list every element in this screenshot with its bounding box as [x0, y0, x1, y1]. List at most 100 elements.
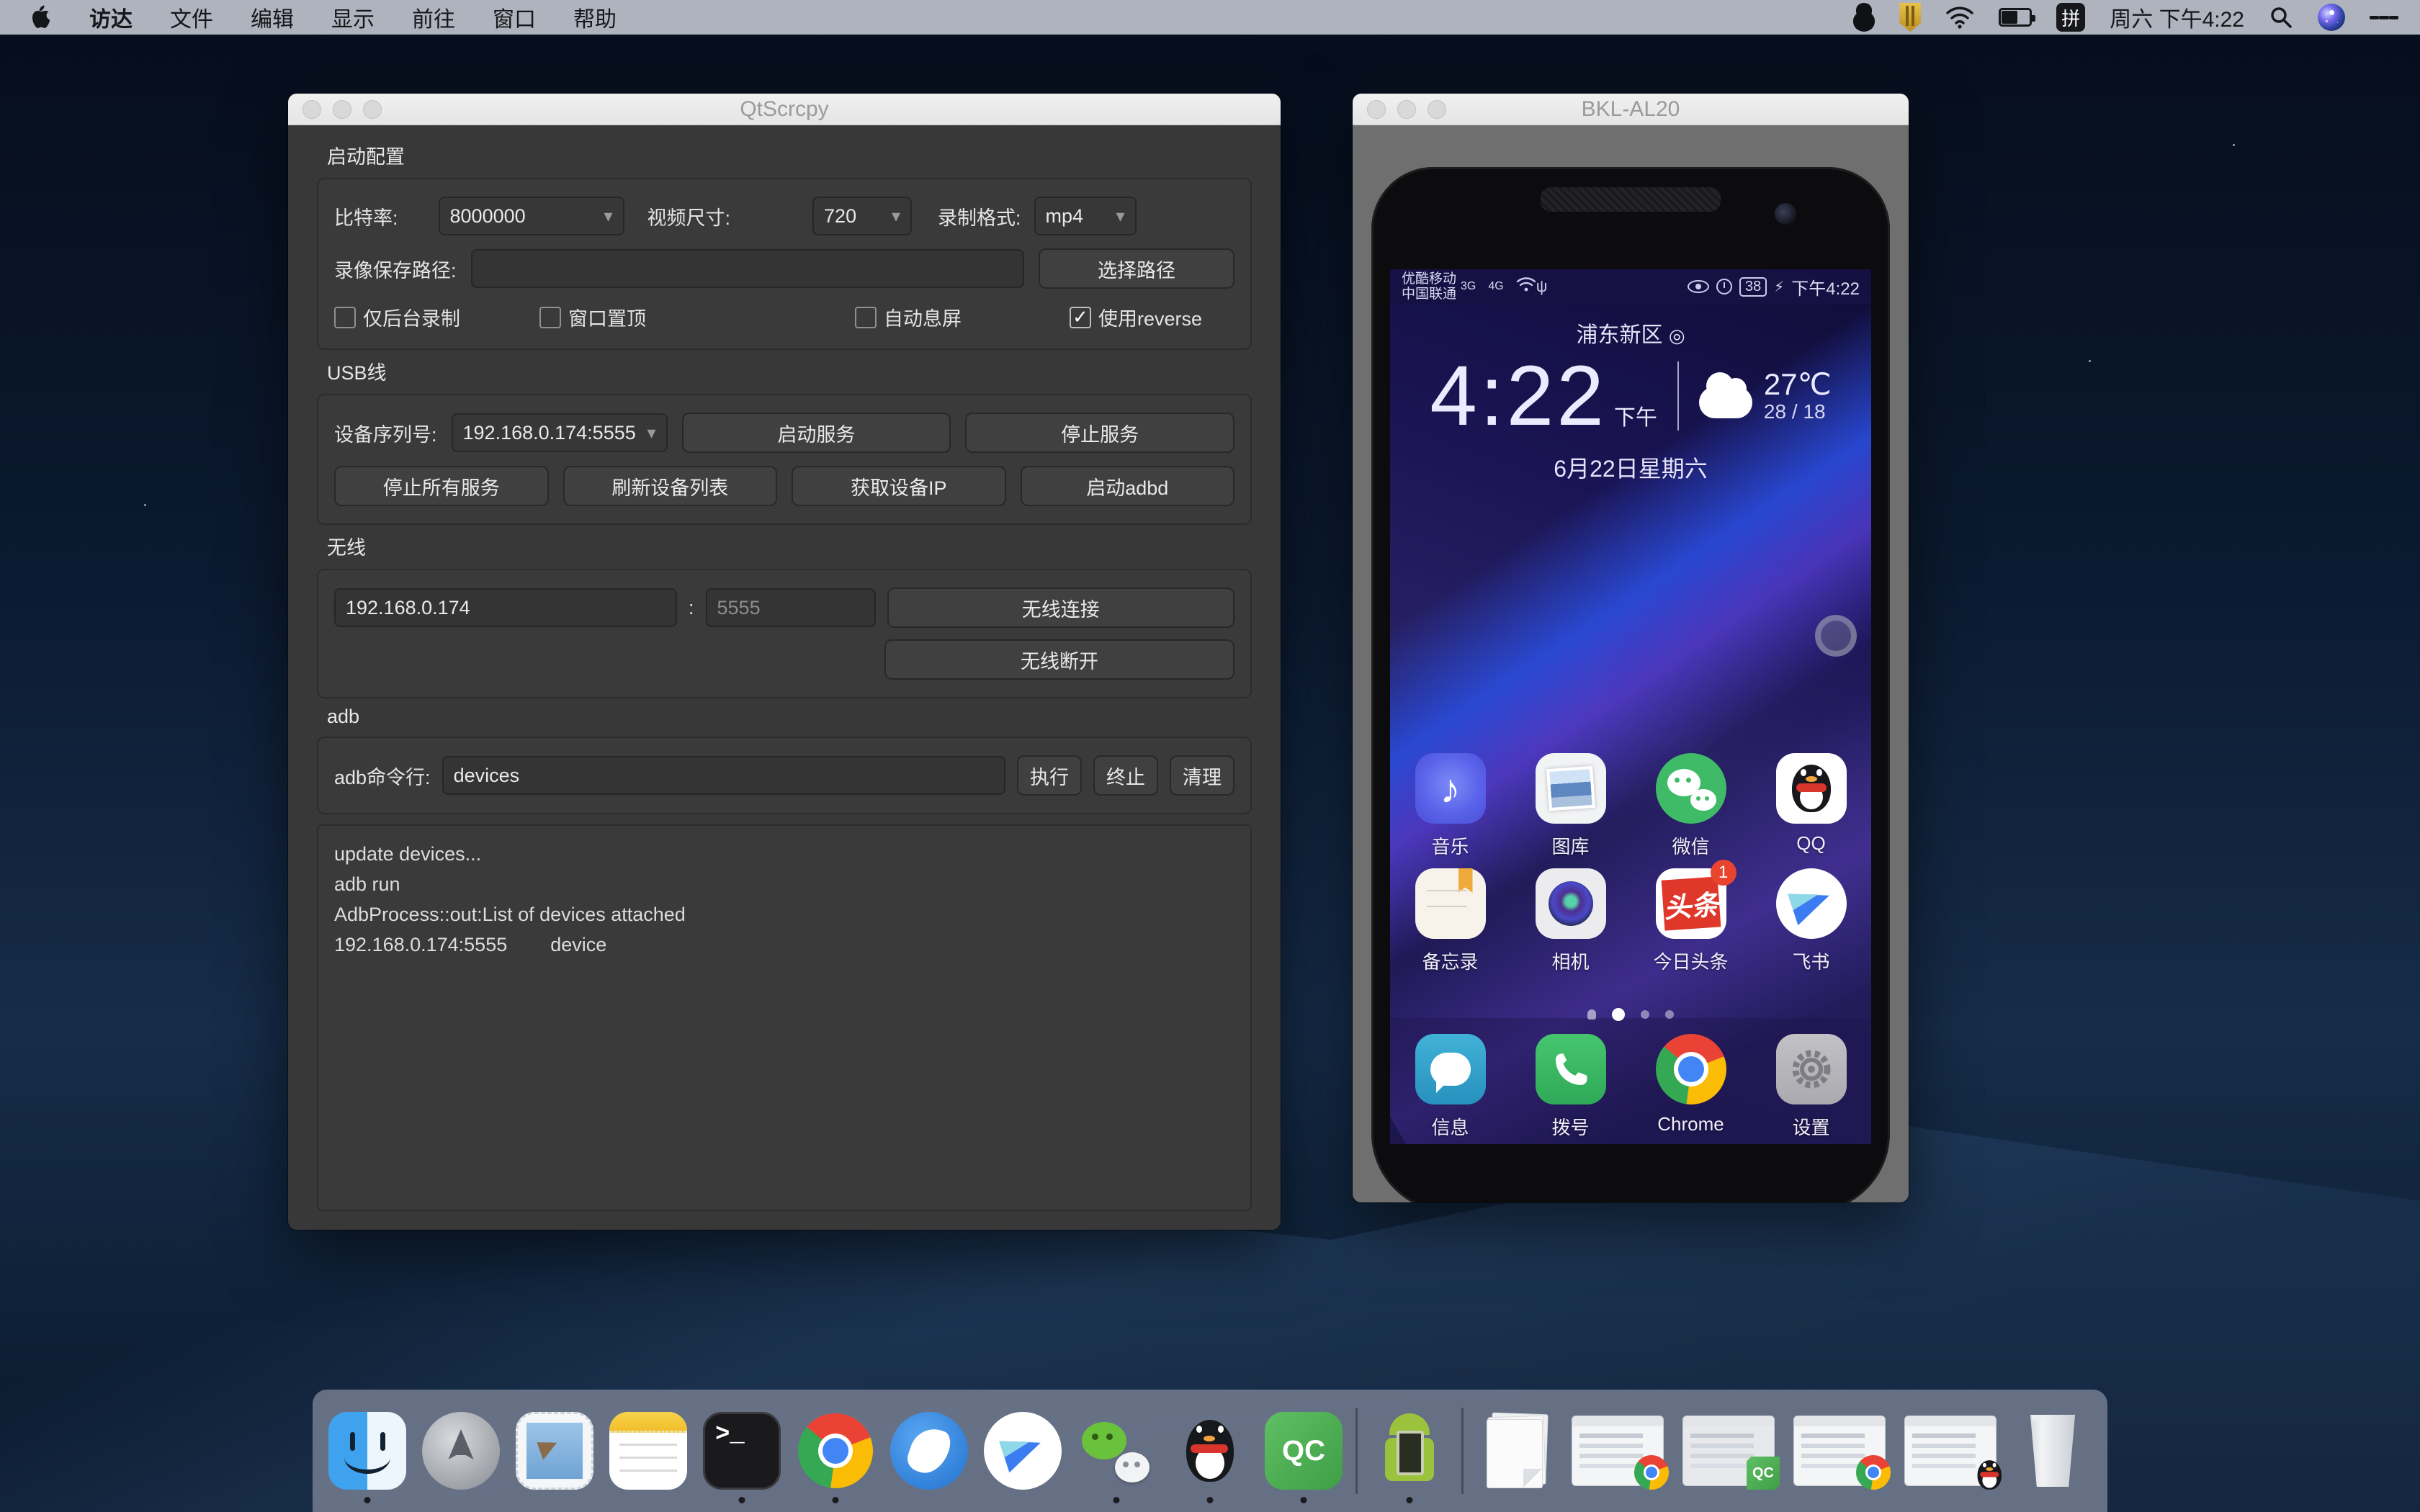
- ip-port-colon: :: [689, 597, 694, 619]
- app-qq[interactable]: QQ: [1757, 753, 1865, 859]
- qtscrcpy-window: QtScrcpy 启动配置 比特率: 8000000 视频尺寸: 720 录制格…: [288, 94, 1281, 1230]
- dock-notes[interactable]: [606, 1397, 690, 1505]
- dock-launchpad[interactable]: [419, 1397, 503, 1505]
- dock-terminal[interactable]: >_: [700, 1397, 784, 1505]
- stop-all-services-button[interactable]: 停止所有服务: [334, 466, 549, 506]
- dock-scrcpy-robot[interactable]: [1368, 1397, 1451, 1505]
- config-group: 比特率: 8000000 视频尺寸: 720 录制格式: mp4 录像保存路径:…: [317, 178, 1252, 350]
- app-settings[interactable]: 设置: [1757, 1034, 1865, 1140]
- get-device-ip-button[interactable]: 获取设备IP: [792, 466, 1006, 506]
- bitrate-value: 8000000: [450, 205, 526, 228]
- wireless-disconnect-button[interactable]: 无线断开: [884, 639, 1234, 680]
- menu-finder[interactable]: 访达: [71, 0, 151, 35]
- launchpad-icon: [422, 1412, 500, 1490]
- terminal-glyph: >_: [715, 1421, 745, 1449]
- running-indicator: [833, 1497, 839, 1503]
- record-path-input[interactable]: [471, 249, 1024, 288]
- menu-view[interactable]: 显示: [313, 0, 393, 35]
- dock-seal-app[interactable]: [887, 1397, 971, 1505]
- qc-label: QC: [1282, 1435, 1325, 1467]
- page-dot-special: [1587, 1009, 1596, 1020]
- app-dialer[interactable]: 拨号: [1517, 1034, 1625, 1140]
- adb-terminate-button[interactable]: 终止: [1093, 755, 1158, 796]
- checkbox-window-on-top[interactable]: 窗口置顶: [539, 303, 646, 331]
- minimized-window-thumbnail: [1572, 1416, 1664, 1486]
- adb-clear-button[interactable]: 清理: [1170, 755, 1234, 796]
- battery-icon[interactable]: [1999, 8, 2032, 27]
- serial-label: 设备序列号:: [334, 419, 437, 447]
- checkbox-background-record[interactable]: 仅后台录制: [334, 303, 460, 331]
- bitrate-select[interactable]: 8000000: [439, 197, 624, 235]
- app-toutiao[interactable]: 1 头条 今日头条: [1637, 868, 1745, 974]
- app-gallery[interactable]: 图库: [1517, 753, 1625, 859]
- shield-status-icon[interactable]: [1899, 3, 1921, 32]
- app-wechat[interactable]: 微信: [1637, 753, 1745, 859]
- config-section-label: 启动配置: [327, 141, 1252, 169]
- adb-log-output[interactable]: update devices... adb run AdbProcess::ou…: [317, 824, 1252, 1211]
- phone-window-titlebar[interactable]: BKL-AL20: [1353, 94, 1909, 125]
- app-notes[interactable]: 备忘录: [1397, 868, 1505, 974]
- wireless-ip-input[interactable]: [334, 588, 677, 627]
- menu-bar-clock[interactable]: 周六 下午4:22: [2110, 1, 2244, 33]
- app-music[interactable]: 音乐: [1397, 753, 1505, 859]
- menu-help[interactable]: 帮助: [555, 0, 635, 35]
- wireless-port-input[interactable]: [706, 588, 876, 627]
- dock-qtscrcpy[interactable]: QC: [1262, 1397, 1345, 1505]
- chrome-icon: [1656, 1034, 1726, 1104]
- wifi-icon[interactable]: [1945, 3, 1974, 32]
- dock-finder[interactable]: [326, 1397, 409, 1505]
- dock-mail[interactable]: [513, 1397, 596, 1505]
- dock-qq[interactable]: [1168, 1397, 1252, 1505]
- app-lark[interactable]: 飞书: [1757, 868, 1865, 974]
- qtscrcpy-titlebar[interactable]: QtScrcpy: [288, 94, 1281, 125]
- qc-badge-icon: QC: [1747, 1457, 1780, 1490]
- location-label[interactable]: 浦东新区 ◎: [1390, 317, 1871, 348]
- start-service-button[interactable]: 启动服务: [682, 413, 951, 453]
- app-camera[interactable]: 相机: [1517, 868, 1625, 974]
- video-size-select[interactable]: 720: [812, 197, 912, 235]
- adb-cmd-input[interactable]: [442, 756, 1005, 795]
- apple-menu-icon[interactable]: [30, 4, 52, 30]
- running-indicator: [739, 1497, 745, 1503]
- adb-execute-button[interactable]: 执行: [1017, 755, 1082, 796]
- menu-edit[interactable]: 编辑: [232, 0, 313, 35]
- adb-cmd-label: adb命令行:: [334, 762, 431, 790]
- start-adbd-button[interactable]: 启动adbd: [1021, 466, 1235, 506]
- menu-file[interactable]: 文件: [151, 0, 232, 35]
- star: [2089, 360, 2091, 362]
- dock-minimized-window-chrome-2[interactable]: [1789, 1397, 1890, 1505]
- dock-wechat[interactable]: [1075, 1397, 1158, 1505]
- notification-list-icon[interactable]: [2370, 3, 2398, 32]
- dock-document-stack[interactable]: [1474, 1397, 1557, 1505]
- qq-status-icon[interactable]: [1853, 3, 1875, 32]
- dock-separator: [1355, 1408, 1358, 1494]
- input-method-badge[interactable]: 拼: [2056, 3, 2085, 32]
- stop-service-button[interactable]: 停止服务: [965, 413, 1234, 453]
- dock-minimized-window-qq[interactable]: [1900, 1397, 2001, 1505]
- dock-trash[interactable]: [2011, 1397, 2094, 1505]
- dock-minimized-window-chrome[interactable]: [1567, 1397, 1668, 1505]
- serial-select[interactable]: 192.168.0.174:5555: [452, 413, 668, 452]
- checkbox-auto-screen-off[interactable]: 自动息屏: [855, 303, 962, 331]
- dock-chrome[interactable]: [794, 1397, 877, 1505]
- menu-go[interactable]: 前往: [393, 0, 474, 35]
- wireless-connect-button[interactable]: 无线连接: [887, 588, 1234, 628]
- siri-icon[interactable]: [2318, 4, 2345, 31]
- dock-minimized-window-qc[interactable]: QC: [1678, 1397, 1779, 1505]
- checkbox-use-reverse[interactable]: ✓ 使用reverse: [1070, 303, 1202, 331]
- search-icon[interactable]: [2269, 3, 2293, 32]
- assistive-ball[interactable]: [1815, 615, 1857, 657]
- dock-lark[interactable]: [981, 1397, 1065, 1505]
- high-low-temp: 28 / 18: [1764, 400, 1832, 423]
- app-messages[interactable]: 信息: [1397, 1034, 1505, 1140]
- phone-screen[interactable]: 优酷移动 中国联通 3G 4G ψ 38: [1390, 269, 1871, 1144]
- record-format-select[interactable]: mp4: [1034, 197, 1137, 235]
- refresh-device-list-button[interactable]: 刷新设备列表: [563, 466, 778, 506]
- menu-window[interactable]: 窗口: [474, 0, 555, 35]
- phone-dock: 信息 拨号 Chrome: [1390, 1034, 1871, 1140]
- choose-path-button[interactable]: 选择路径: [1039, 248, 1234, 289]
- carrier-name: 中国联通: [1402, 287, 1456, 302]
- clock-weather-widget[interactable]: 4:22 下午 27℃ 28 / 18: [1390, 347, 1871, 445]
- app-chrome[interactable]: Chrome: [1637, 1034, 1745, 1140]
- app-label: 图库: [1551, 832, 1589, 859]
